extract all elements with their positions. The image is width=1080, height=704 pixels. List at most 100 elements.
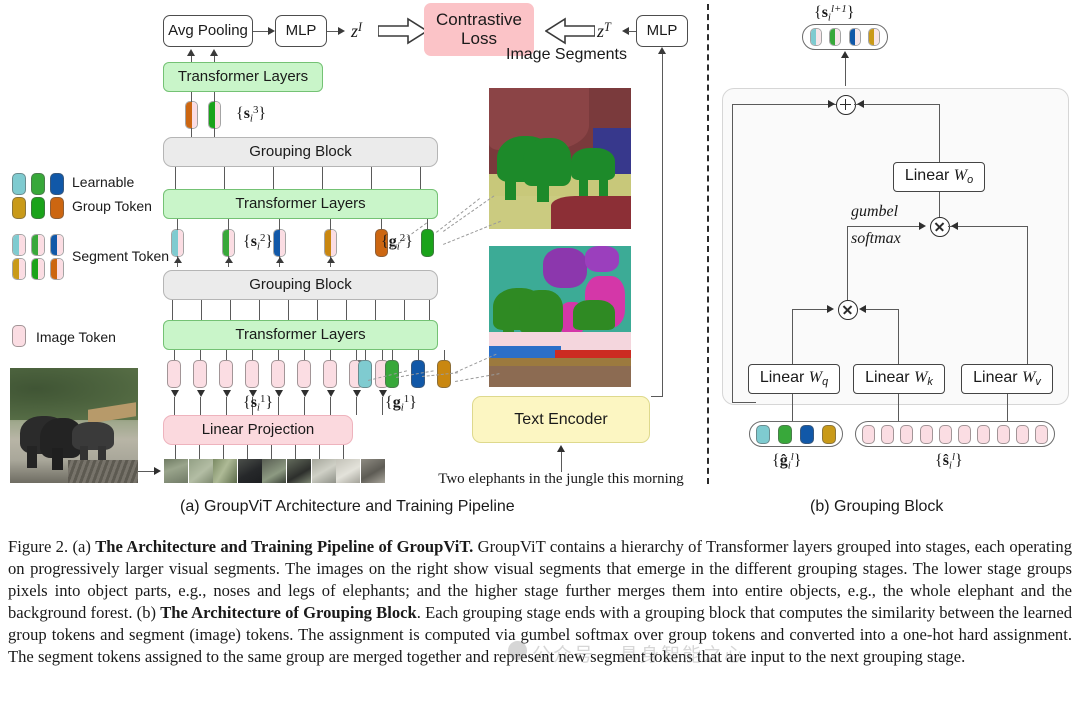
arrowhead-plus-output — [840, 51, 849, 58]
mlp-image-block: MLP — [275, 15, 327, 47]
gb2-stem-4 — [322, 167, 324, 189]
arrowhead-avgpool-mlp — [268, 26, 275, 35]
image-token-s1-4 — [245, 360, 259, 388]
image-patch — [336, 459, 361, 483]
caption-run-1: The Architecture and Training Pipeline o… — [95, 537, 474, 556]
gb1-stem-8 — [375, 300, 377, 320]
grouping-block-stage2-label: Grouping Block — [249, 142, 352, 160]
connector-textencoder-mlp — [661, 52, 663, 397]
group-tokens-label: {ĝil} — [772, 451, 802, 472]
mlp-text-label: MLP — [646, 21, 678, 39]
subcaption-a: (a) GroupViT Architecture and Training P… — [180, 498, 515, 515]
mlp-text-block: MLP — [636, 15, 688, 47]
connector-plus-output — [844, 58, 846, 86]
patch-stem-4 — [247, 445, 249, 459]
s1-top-stem-5 — [277, 350, 279, 360]
token-half-left — [223, 230, 229, 256]
token-half-right — [177, 230, 183, 256]
plus-vertical — [844, 99, 847, 110]
image-token-s1-7 — [323, 360, 337, 388]
contrastive-loss-label: Contrastive Loss — [436, 9, 522, 48]
connector-wk-mulbot-h — [865, 308, 899, 310]
legend-group-token-6 — [50, 197, 64, 219]
gb2-stem-3 — [273, 167, 275, 189]
legend-segment-token-4 — [12, 258, 26, 280]
arrowhead-s1-8 — [352, 390, 361, 397]
arrowhead-mlp-zi — [338, 26, 345, 35]
watermark-text: 公众号 · 具身智能之心 — [532, 644, 746, 666]
arrowhead-textencoder-mlp — [657, 47, 666, 54]
linear-projection-label: Linear Projection — [201, 420, 315, 438]
add-operator — [836, 95, 856, 115]
gb1-stem-2 — [201, 300, 203, 320]
connector-caption-textencoder — [560, 452, 562, 472]
segment-elephant-2-leg — [579, 174, 588, 196]
arrowhead-s1-6 — [300, 390, 309, 397]
gb2-stem-1 — [175, 167, 177, 189]
token-half-right — [38, 259, 44, 279]
token-half-left — [325, 230, 331, 256]
output-token-4 — [867, 28, 880, 46]
input-segment-token — [900, 424, 914, 444]
transformer-layers-stage3: Transformer Layers — [163, 62, 323, 92]
connector-mulbot-multop-h — [847, 225, 923, 227]
image-token-s1-5 — [271, 360, 285, 388]
s1-bot-stem-2 — [199, 397, 201, 415]
legend-label-group-token: Group Token — [72, 198, 152, 214]
linear-wv-label: Linear Wv — [973, 369, 1041, 389]
input-segment-token — [996, 424, 1010, 444]
s1-bot-stem-1 — [173, 397, 175, 415]
z-image-label: zI — [351, 20, 363, 41]
patch-stem-5 — [271, 445, 273, 459]
arrowhead-residual-plus — [828, 100, 835, 108]
image-patch — [188, 459, 213, 483]
segment2-purple-1 — [543, 248, 587, 288]
multiply-operator-top — [930, 217, 950, 237]
s1-top-stem-8 — [355, 350, 357, 360]
legend-segment-token-1 — [12, 234, 26, 256]
segment2-purple-2 — [585, 246, 619, 272]
token-half-left — [274, 230, 280, 256]
residual-horizontal-top — [732, 103, 836, 105]
s1-top-stem-3 — [225, 350, 227, 360]
linear-wk-label: Linear Wk — [865, 369, 933, 389]
image-patch — [360, 459, 385, 483]
legend-segment-token-6 — [50, 258, 64, 280]
arrowhead-wk-mulbot — [859, 305, 866, 313]
input-segment-token — [1034, 424, 1048, 444]
arrowhead-wv-multop — [951, 222, 958, 230]
arrow-to-loss-right — [545, 17, 595, 45]
token-half-left — [186, 102, 192, 128]
transformer-layers-stage1: Transformer Layers — [163, 320, 438, 350]
segment2-brown-ground-2 — [489, 366, 631, 387]
image-patch-strip — [164, 459, 385, 483]
s1-top-stem-6 — [303, 350, 305, 360]
gb2-stem-2 — [224, 167, 226, 189]
token-half-right — [854, 29, 860, 45]
image-patch — [286, 459, 311, 483]
avg-pooling-label: Avg Pooling — [168, 21, 248, 39]
connector-wo-plus — [939, 104, 941, 162]
patch-stem-2 — [199, 445, 201, 459]
group-token-g2-2 — [421, 229, 434, 257]
figure-2: Avg Pooling MLP zI Contrastive Loss zT M… — [0, 0, 1080, 704]
linear-wv-block: Linear Wv — [961, 364, 1053, 394]
segment-image-stage3 — [489, 88, 631, 229]
token-half-left — [172, 230, 178, 256]
arrowhead-s1-3 — [222, 390, 231, 397]
s1-bot-stem-6 — [303, 397, 305, 415]
segment-token-capsule — [855, 421, 1055, 447]
photo-elephant-legs-2 — [52, 448, 63, 470]
caption-sentence: Two elephants in the jungle this morning — [438, 471, 684, 487]
gb1-stem-5 — [288, 300, 290, 320]
input-group-token-2 — [778, 424, 792, 444]
patch-stem-3 — [223, 445, 225, 459]
g1-top-stem-1 — [364, 350, 366, 360]
residual-horizontal-bottom — [732, 401, 756, 403]
legend-group-token-4 — [12, 197, 26, 219]
legend-group-token-5 — [31, 197, 45, 219]
image-token-s1-2 — [193, 360, 207, 388]
image-patch — [311, 459, 336, 483]
connector-wo-plus-h — [854, 103, 940, 105]
gb1-stem-7 — [346, 300, 348, 320]
